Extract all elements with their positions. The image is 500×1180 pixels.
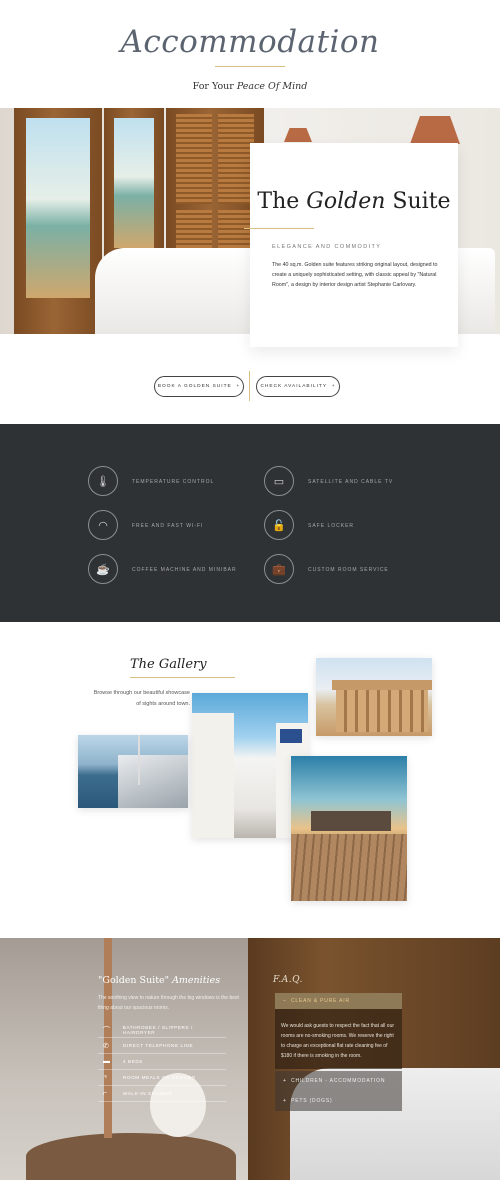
suite-card: The Golden Suite ELEGANCE AND COMMODITY … <box>244 143 458 347</box>
amenity-item: ⌐ WALK-IN SHOWER <box>98 1086 226 1102</box>
shower-icon: ⌐ <box>103 1090 108 1097</box>
check-availability-button[interactable]: CHECK AVAILABILITY + <box>256 376 340 397</box>
suite-title-divider <box>244 228 314 229</box>
minus-icon: – <box>283 998 287 1004</box>
amenities-description: The soothing view to nature through the … <box>98 995 239 1011</box>
features-section <box>0 424 500 622</box>
feature-label: COFFEE MACHINE AND MINIBAR <box>132 567 237 573</box>
amenity-item: ⌒ BATHROBES / SLIPPERS / HAIRDRYER <box>98 1022 226 1038</box>
suite-title-a: The <box>257 189 307 214</box>
gallery-photo-sailing[interactable] <box>78 735 188 808</box>
amenities-title: "Golden Suite" Amenities <box>98 975 220 986</box>
feature-label: FREE AND FAST WI-FI <box>132 523 204 529</box>
suite-title: The Golden Suite <box>250 189 458 214</box>
suite-title-c: Suite <box>385 189 451 214</box>
hero-window-view-2 <box>114 118 154 248</box>
amenity-label: ROOM MEALS ON DEMAND <box>123 1075 196 1080</box>
pier-boardwalk <box>291 834 407 901</box>
boat-mast <box>138 735 140 785</box>
plus-icon: + <box>283 1098 287 1104</box>
feature-label: TEMPERATURE CONTROL <box>132 479 215 485</box>
feature-label: SAFE LOCKER <box>308 523 355 529</box>
temple-columns <box>336 688 428 732</box>
blue-balcony <box>280 729 302 743</box>
street-house-left <box>192 713 234 838</box>
suitcase-icon: 💼 <box>264 554 294 584</box>
hero-door-left <box>14 108 102 334</box>
feature-glyph: 🔓 <box>272 519 286 532</box>
faq-question: CLEAN & PURE AIR <box>290 998 350 1004</box>
nightstand <box>26 1133 236 1180</box>
feature-glyph: 🌡 <box>96 475 110 488</box>
gallery-photo-temple[interactable] <box>316 658 432 736</box>
phone-icon: ✆ <box>103 1042 109 1050</box>
title-divider <box>215 66 285 67</box>
suite-description: The 40 sq.m. Golden suite features strik… <box>272 262 438 288</box>
gallery-description: Browse through our beautiful showcase of… <box>93 690 190 707</box>
gallery-photo-pier[interactable] <box>291 756 407 901</box>
tv-icon: ▭ <box>264 466 294 496</box>
gallery-divider <box>130 677 235 678</box>
feature-glyph: ◠ <box>98 519 108 532</box>
feature-glyph: 💼 <box>272 563 286 576</box>
feature-label: SATELLITE AND CABLE TV <box>308 479 394 485</box>
feature-glyph: ☕ <box>96 563 110 576</box>
subtitle-plain: For Your <box>192 81 237 92</box>
amenities-title-b: Amenities <box>172 975 221 986</box>
hanger-icon: ⌒ <box>103 1026 110 1034</box>
book-button-label: BOOK A GOLDEN SUITE <box>157 384 232 389</box>
faq-title: F.A.Q. <box>273 975 303 985</box>
amenity-item: ♆ ROOM MEALS ON DEMAND <box>98 1070 226 1086</box>
faq-item-clean-air[interactable]: – CLEAN & PURE AIR <box>275 993 402 1009</box>
book-golden-suite-button[interactable]: BOOK A GOLDEN SUITE + <box>154 376 244 397</box>
coffee-icon: ☕ <box>88 554 118 584</box>
cta-divider <box>249 371 250 401</box>
page-subtitle: For Your Peace Of Mind <box>0 81 500 92</box>
page-title: Accommodation <box>120 24 380 60</box>
temple-roof <box>332 680 432 690</box>
feature-label: CUSTOM ROOM SERVICE <box>308 567 389 573</box>
amenities-title-a: "Golden Suite" <box>98 975 173 986</box>
thermometer-icon: 🌡 <box>88 466 118 496</box>
shutter-panel <box>218 114 254 204</box>
faq-question: PETS (DOGS) <box>291 1098 333 1104</box>
plus-icon: + <box>283 1078 287 1084</box>
boat-deck <box>118 755 188 808</box>
suite-title-b: Golden <box>306 189 386 214</box>
bed-icon: ▬ <box>103 1058 110 1065</box>
suite-kicker: ELEGANCE AND COMMODITY <box>272 244 382 250</box>
amenity-item: ▬ 4 BEDS <box>98 1054 226 1070</box>
wifi-icon: ◠ <box>88 510 118 540</box>
plus-icon: + <box>331 384 336 389</box>
amenity-label: WALK-IN SHOWER <box>123 1091 173 1096</box>
amenity-label: DIRECT TELEPHONE LINE <box>123 1043 194 1048</box>
check-button-label: CHECK AVAILABILITY <box>260 384 328 389</box>
subtitle-italic: Peace Of Mind <box>236 81 308 92</box>
pier-building <box>311 811 391 831</box>
feature-glyph: ▭ <box>273 475 285 488</box>
faq-item-children[interactable]: + CHILDREN - ACCOMMODATION <box>275 1071 402 1091</box>
plus-icon: + <box>236 384 241 389</box>
faq-item-pets[interactable]: + PETS (DOGS) <box>275 1091 402 1111</box>
faq-answer: We would ask guests to respect the fact … <box>275 1009 402 1069</box>
hero-window-view <box>26 118 90 298</box>
lock-icon: 🔓 <box>264 510 294 540</box>
amenity-label: 4 BEDS <box>123 1059 143 1064</box>
gallery-title: The Gallery <box>130 657 207 672</box>
shutter-panel <box>176 114 212 204</box>
amenities-section <box>0 938 500 1180</box>
amenity-item: ✆ DIRECT TELEPHONE LINE <box>98 1038 226 1054</box>
faq-question: CHILDREN - ACCOMMODATION <box>291 1078 386 1084</box>
amenity-label: BATHROBES / SLIPPERS / HAIRDRYER <box>122 1024 193 1035</box>
cutlery-icon: ♆ <box>103 1074 109 1081</box>
